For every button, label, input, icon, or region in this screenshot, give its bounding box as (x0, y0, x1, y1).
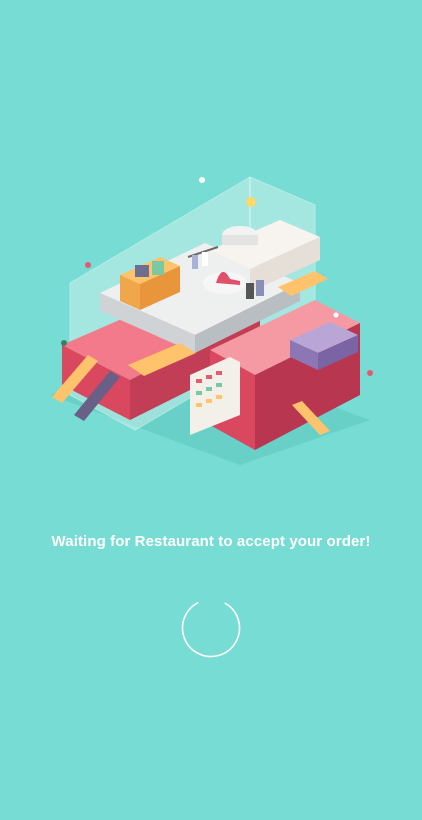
loading-spinner-icon (181, 598, 241, 658)
shopping-mall-illustration (50, 176, 373, 465)
waiting-screen: Waiting for Restaurant to accept your or… (0, 0, 422, 820)
status-message: Waiting for Restaurant to accept your or… (51, 533, 371, 550)
